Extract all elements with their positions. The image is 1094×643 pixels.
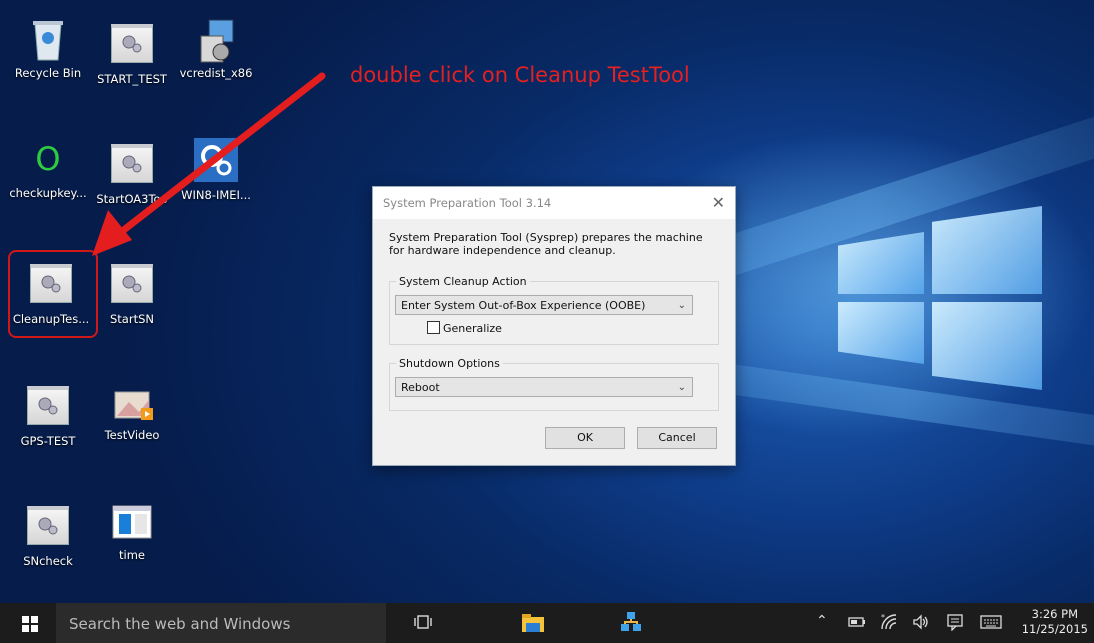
clock[interactable]: 3:26 PM 11/25/2015 xyxy=(1022,607,1088,637)
keyboard-icon[interactable] xyxy=(980,614,1002,634)
generalize-row[interactable]: Generalize xyxy=(427,321,502,335)
dialog-titlebar[interactable]: System Preparation Tool 3.14 ✕ xyxy=(373,187,735,219)
close-icon[interactable]: ✕ xyxy=(712,193,725,212)
dialog-description: System Preparation Tool (Sysprep) prepar… xyxy=(389,231,703,257)
cleanup-action-value: Enter System Out-of-Box Experience (OOBE… xyxy=(401,299,646,312)
start-button[interactable] xyxy=(0,603,56,643)
taskbar: Search the web and Windows ⌃ * 3:26 PM 1… xyxy=(0,603,1094,643)
clock-time: 3:26 PM xyxy=(1031,607,1079,621)
shutdown-options-select[interactable]: Reboot ⌄ xyxy=(395,377,693,397)
action-center-icon[interactable] xyxy=(946,613,964,635)
windows-icon xyxy=(22,616,38,632)
desktop[interactable]: Recycle Bin START_TEST vcredist_x86 O ch… xyxy=(0,0,1094,603)
search-box[interactable]: Search the web and Windows xyxy=(56,603,386,643)
svg-text:*: * xyxy=(881,613,885,622)
ok-button[interactable]: OK xyxy=(545,427,625,449)
chevron-down-icon: ⌄ xyxy=(677,382,686,393)
chevron-up-icon[interactable]: ⌃ xyxy=(816,613,828,629)
search-placeholder: Search the web and Windows xyxy=(69,615,291,633)
shutdown-options-value: Reboot xyxy=(401,381,440,394)
generalize-label: Generalize xyxy=(443,322,502,335)
network-app-icon[interactable] xyxy=(620,611,642,637)
sysprep-dialog: System Preparation Tool 3.14 ✕ System Pr… xyxy=(372,186,736,466)
wifi-icon[interactable]: * xyxy=(880,613,898,635)
shutdown-options-legend: Shutdown Options xyxy=(399,357,500,370)
generalize-checkbox[interactable] xyxy=(427,321,440,334)
volume-icon[interactable] xyxy=(912,613,930,635)
clock-date: 11/25/2015 xyxy=(1021,622,1088,636)
task-view-icon[interactable] xyxy=(414,613,432,635)
cleanup-action-select[interactable]: Enter System Out-of-Box Experience (OOBE… xyxy=(395,295,693,315)
chevron-down-icon: ⌄ xyxy=(677,300,686,311)
file-explorer-icon[interactable] xyxy=(522,614,544,636)
cancel-button[interactable]: Cancel xyxy=(637,427,717,449)
cleanup-action-legend: System Cleanup Action xyxy=(399,275,527,288)
dialog-title: System Preparation Tool 3.14 xyxy=(383,196,552,210)
annotation-text: double click on Cleanup TestTool xyxy=(350,63,690,87)
battery-icon[interactable] xyxy=(848,615,866,633)
